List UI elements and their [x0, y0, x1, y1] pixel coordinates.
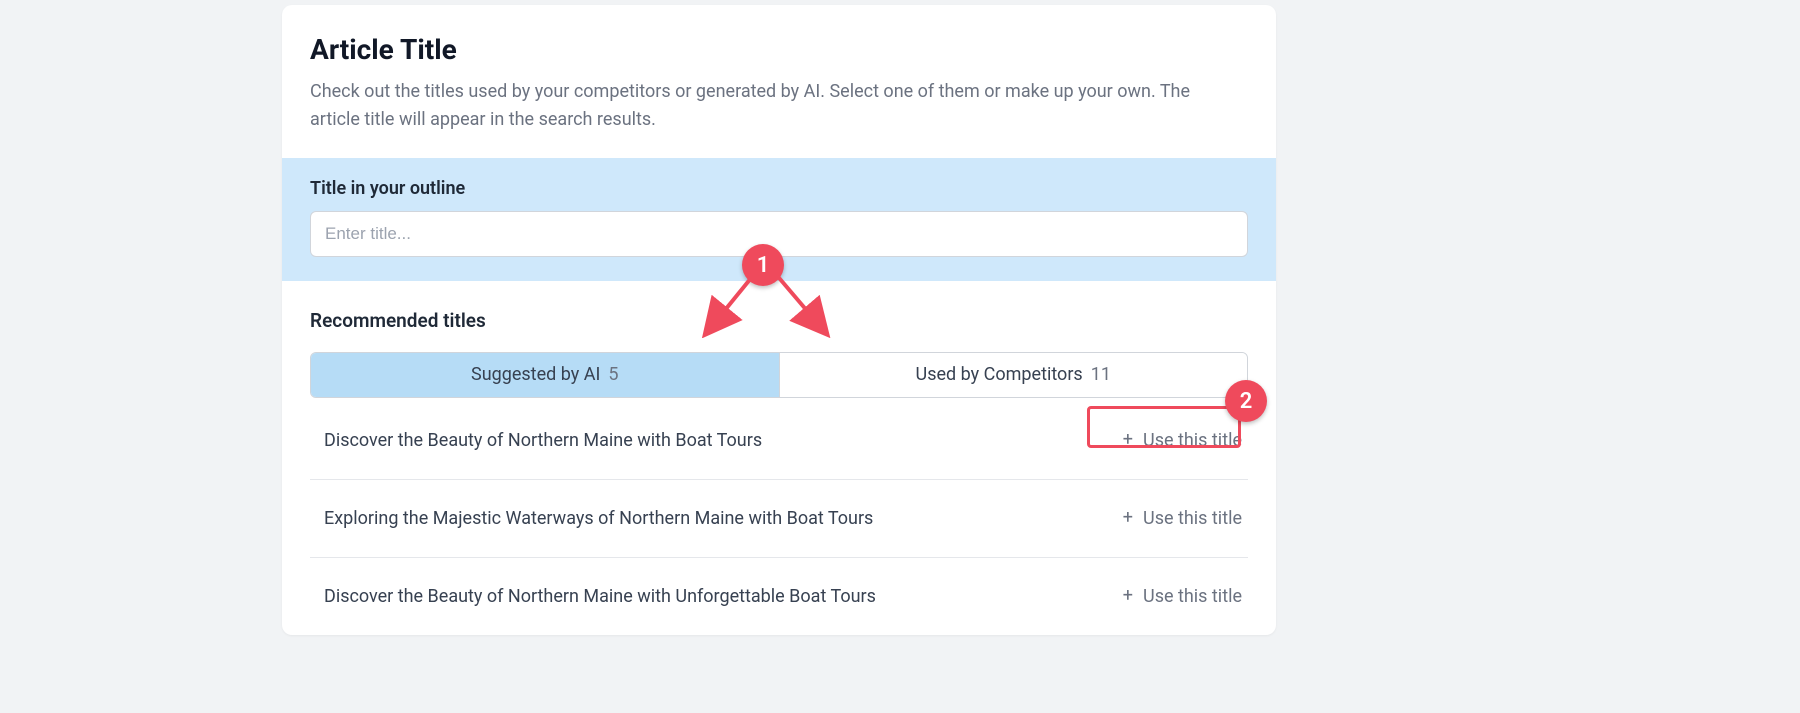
tab-suggested-by-ai[interactable]: Suggested by AI 5 [311, 353, 779, 397]
use-this-title-button[interactable]: + Use this title [1117, 426, 1248, 455]
suggested-title-text: Exploring the Majestic Waterways of Nort… [310, 508, 873, 529]
title-suggestion-list: Discover the Beauty of Northern Maine wi… [310, 402, 1248, 635]
use-this-title-button[interactable]: + Use this title [1117, 582, 1248, 611]
tab-label: Suggested by AI [471, 364, 600, 385]
tab-count: 11 [1091, 364, 1111, 385]
tab-used-by-competitors[interactable]: Used by Competitors 11 [779, 353, 1248, 397]
page-title: Article Title [310, 33, 1248, 66]
tab-count: 5 [608, 364, 618, 385]
list-item: Discover the Beauty of Northern Maine wi… [310, 558, 1248, 635]
use-this-title-button[interactable]: + Use this title [1117, 504, 1248, 533]
recommended-section: Recommended titles Suggested by AI 5 Use… [282, 281, 1276, 635]
suggested-title-text: Discover the Beauty of Northern Maine wi… [310, 586, 876, 607]
tab-label: Used by Competitors [916, 364, 1083, 385]
card-header: Article Title Check out the titles used … [282, 5, 1276, 158]
title-input[interactable] [310, 211, 1248, 257]
suggested-title-text: Discover the Beauty of Northern Maine wi… [310, 430, 762, 451]
use-this-title-label: Use this title [1143, 430, 1242, 451]
page-description: Check out the titles used by your compet… [310, 78, 1240, 134]
plus-icon: + [1123, 587, 1133, 605]
article-title-card: Article Title Check out the titles used … [282, 5, 1276, 635]
plus-icon: + [1123, 431, 1133, 449]
list-item: Exploring the Majestic Waterways of Nort… [310, 480, 1248, 558]
outline-section: Title in your outline [282, 158, 1276, 281]
outline-label: Title in your outline [310, 178, 1248, 199]
list-item: Discover the Beauty of Northern Maine wi… [310, 402, 1248, 480]
use-this-title-label: Use this title [1143, 586, 1242, 607]
recommended-heading: Recommended titles [310, 309, 1248, 332]
title-source-tabs: Suggested by AI 5 Used by Competitors 11 [310, 352, 1248, 398]
plus-icon: + [1123, 509, 1133, 527]
use-this-title-label: Use this title [1143, 508, 1242, 529]
